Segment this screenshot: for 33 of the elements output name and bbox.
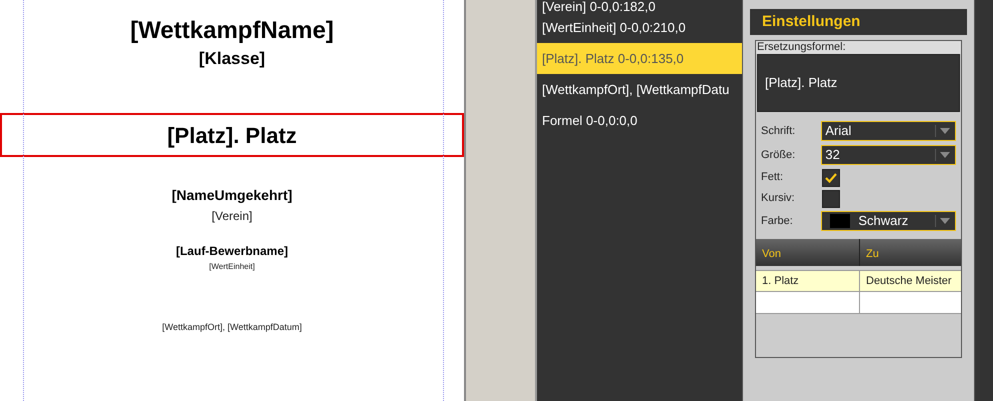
column-header[interactable]: Von <box>756 239 860 266</box>
field-label: Ersetzungsformel: <box>756 41 961 54</box>
list-item[interactable]: Formel 0-0,0:0,0 <box>537 105 742 136</box>
list-item[interactable]: [Platz]. Platz 0-0,0:135,0 <box>537 43 742 74</box>
field-label: Schrift: <box>761 124 796 139</box>
placeholder-text: [NameUmgekehrt] <box>172 187 292 205</box>
placeholder-text: [Klasse] <box>198 48 266 70</box>
field-label: Kursiv: <box>761 191 796 206</box>
list-item[interactable]: [WettkampfOrt], [WettkampfDatu <box>537 74 742 105</box>
formula-field[interactable]: [Platz]. Platz <box>757 54 960 112</box>
placeholder-text: [WettkampfName] <box>130 16 334 46</box>
placeholder-text: [Platz]. Platz <box>167 122 297 150</box>
caret-icon <box>940 128 950 134</box>
dropdown[interactable]: Schwarz <box>821 211 956 231</box>
table-cell-text: Deutsche Meister <box>865 274 953 289</box>
caret-icon <box>940 152 950 158</box>
field-label: Größe: <box>761 148 796 163</box>
checkmark-icon <box>825 172 837 182</box>
column-header[interactable]: Zu <box>860 239 961 266</box>
panel-header: Einstellungen <box>750 9 967 35</box>
selection-frame[interactable]: [Platz]. Platz <box>0 113 464 158</box>
placeholder-text: [Verein] <box>212 208 252 224</box>
caret-icon <box>940 218 950 224</box>
list-item[interactable]: [Verein] 0-0,0:182,0 <box>537 0 742 12</box>
dropdown[interactable]: Arial <box>821 121 956 141</box>
field-label: Farbe: <box>761 214 794 229</box>
field-label: Fett: <box>761 170 784 186</box>
dropdown[interactable]: 32 <box>821 145 956 165</box>
checkbox[interactable] <box>822 168 840 186</box>
placeholder-text: [Lauf-Bewerbname] <box>176 244 288 259</box>
checkbox[interactable] <box>822 190 840 208</box>
placeholder-text: [WertEinheit] <box>209 262 255 272</box>
placeholder-text: [WettkampfOrt], [WettkampfDatum] <box>162 322 302 333</box>
